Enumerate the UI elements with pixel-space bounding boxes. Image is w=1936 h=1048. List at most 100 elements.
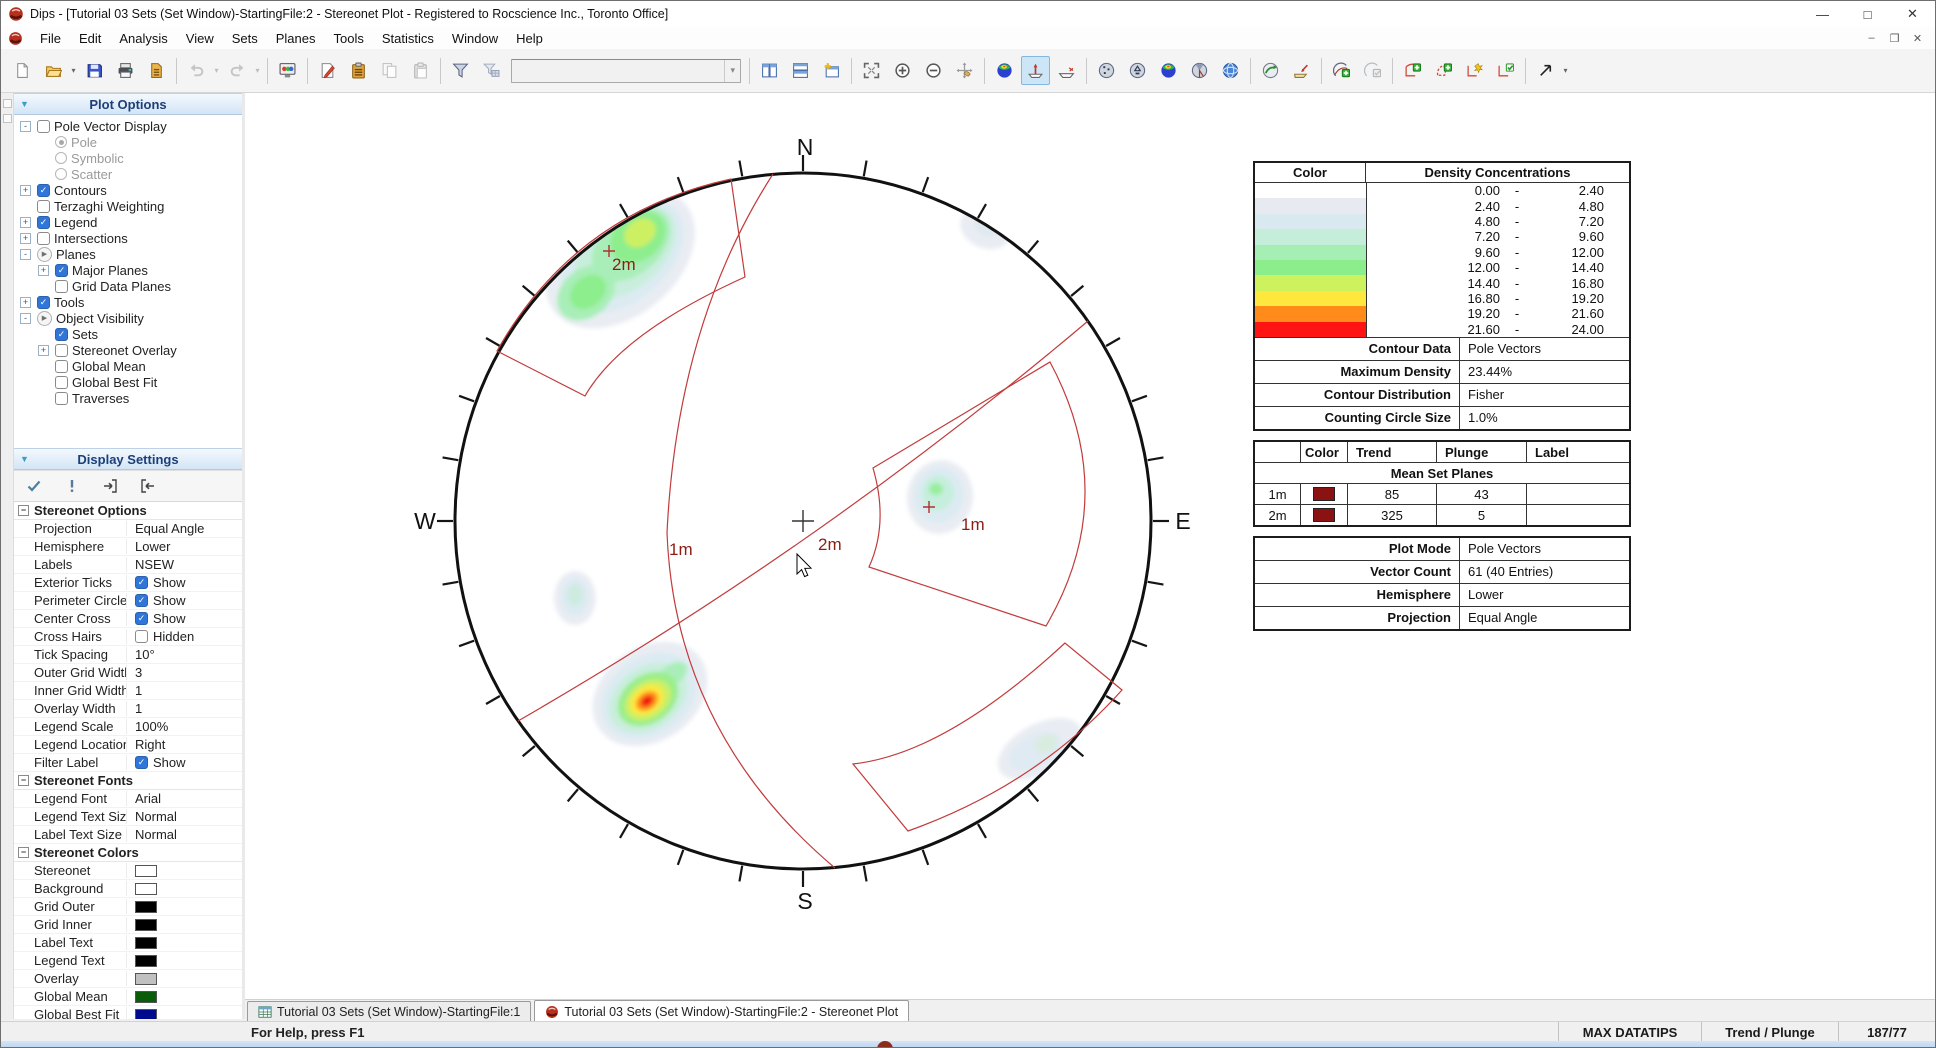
paste-button[interactable] [406,56,435,85]
tree-expand-box[interactable]: + [20,217,31,228]
color-swatch[interactable] [135,955,157,967]
settings-value[interactable]: Equal Angle [127,521,242,536]
tree-item-traverses[interactable]: Traverses [14,390,242,406]
settings-checkbox[interactable]: ✓ [135,576,148,589]
tree-checkbox[interactable] [37,120,50,133]
edit-sets-button[interactable] [1460,56,1489,85]
tree-expand-box[interactable]: + [20,185,31,196]
settings-value[interactable]: 3 [127,665,242,680]
settings-row-legend-font[interactable]: Legend FontArial [14,790,242,808]
settings-group-stereonet-options[interactable]: −Stereonet Options [14,502,242,520]
tree-expand-box[interactable]: - [20,313,31,324]
major-planes-plot-button[interactable] [1052,56,1081,85]
settings-row-inner-grid-width[interactable]: Inner Grid Width1 [14,682,242,700]
paste-append-data-button[interactable] [344,56,373,85]
settings-row-outer-grid-width[interactable]: Outer Grid Width3 [14,664,242,682]
settings-row-grid-inner[interactable]: Grid Inner [14,916,242,934]
document-tab[interactable]: Tutorial 03 Sets (Set Window)-StartingFi… [247,1001,531,1022]
settings-value[interactable] [127,937,242,949]
menu-statistics[interactable]: Statistics [373,29,443,48]
contour-plot-alt-button[interactable] [1154,56,1183,85]
menu-view[interactable]: View [177,29,223,48]
tile-horizontal-button[interactable] [786,56,815,85]
settings-row-background[interactable]: Background [14,880,242,898]
settings-row-exterior-ticks[interactable]: Exterior Ticks✓Show [14,574,242,592]
tree-checkbox[interactable]: ✓ [37,296,50,309]
tree-item-global-mean[interactable]: Global Mean [14,358,242,374]
chevron-down-icon[interactable]: ▾ [724,60,740,82]
tree-item-pole-vector-display[interactable]: -Pole Vector Display [14,118,242,134]
tree-radio[interactable] [55,136,67,148]
display-options-button[interactable] [273,56,302,85]
add-plane-button[interactable] [1327,56,1356,85]
settings-row-projection[interactable]: ProjectionEqual Angle [14,520,242,538]
collapse-triangle-icon[interactable]: ▼ [20,99,29,109]
tree-item-terzaghi-weighting[interactable]: Terzaghi Weighting [14,198,242,214]
tree-item-planes[interactable]: -▶Planes [14,246,242,262]
tree-expand-box[interactable]: + [38,345,49,356]
tree-item-contours[interactable]: +✓Contours [14,182,242,198]
pole-plot-button[interactable] [1092,56,1121,85]
settings-checkbox[interactable]: ✓ [135,612,148,625]
settings-value[interactable] [127,901,242,913]
settings-value[interactable]: 1 [127,683,242,698]
settings-group-stereonet-fonts[interactable]: −Stereonet Fonts [14,772,242,790]
settings-value[interactable]: 10° [127,647,242,662]
settings-value[interactable]: ✓Show [127,575,242,590]
save-file-button[interactable] [80,56,109,85]
tree-checkbox[interactable]: ✓ [55,328,68,341]
tree-expand-box[interactable]: - [20,249,31,260]
tree-checkbox[interactable] [55,392,68,405]
zoom-out-button[interactable] [919,56,948,85]
tree-radio[interactable] [55,152,67,164]
settings-value[interactable]: ✓Show [127,611,242,626]
settings-value[interactable] [127,1009,242,1020]
kinematic-analysis-button[interactable] [1287,56,1316,85]
redo-button[interactable] [223,56,252,85]
apply-check-button[interactable] [22,474,46,498]
settings-row-filter-label[interactable]: Filter Label✓Show [14,754,242,772]
settings-value[interactable] [127,991,242,1003]
color-swatch[interactable] [135,901,157,913]
select-tool-dropdown-icon[interactable]: ▾ [1561,57,1570,84]
settings-value[interactable]: 100% [127,719,242,734]
settings-row-center-cross[interactable]: Center Cross✓Show [14,610,242,628]
color-swatch[interactable] [135,1009,157,1020]
color-swatch[interactable] [135,937,157,949]
group-expand-box[interactable]: − [18,505,29,516]
settings-value[interactable]: Lower [127,539,242,554]
settings-row-global-mean[interactable]: Global Mean [14,988,242,1006]
settings-row-label-text-size[interactable]: Label Text SizeNormal [14,826,242,844]
export-settings-button[interactable] [98,474,122,498]
new-window-button[interactable] [817,56,846,85]
tree-checkbox[interactable] [55,344,68,357]
open-file-dropdown-icon[interactable]: ▾ [69,57,78,84]
settings-row-legend-location[interactable]: Legend LocationRight [14,736,242,754]
color-swatch[interactable] [135,973,157,985]
plot-options-header[interactable]: ▼ Plot Options [14,93,242,115]
settings-row-stereonet[interactable]: Stereonet [14,862,242,880]
settings-row-cross-hairs[interactable]: Cross HairsHidden [14,628,242,646]
collapse-triangle-icon[interactable]: ▼ [20,454,29,464]
settings-row-labels[interactable]: LabelsNSEW [14,556,242,574]
close-button[interactable]: ✕ [1890,1,1935,27]
settings-value[interactable] [127,955,242,967]
tree-checkbox[interactable] [55,360,68,373]
settings-row-legend-scale[interactable]: Legend Scale100% [14,718,242,736]
mdi-close-button[interactable]: ✕ [1906,29,1929,48]
import-settings-button[interactable] [136,474,160,498]
settings-checkbox[interactable] [135,630,148,643]
new-file-button[interactable] [8,56,37,85]
menu-window[interactable]: Window [443,29,507,48]
new-set-freehand-button[interactable] [1429,56,1458,85]
stereonet-3d-button[interactable] [1216,56,1245,85]
settings-row-grid-outer[interactable]: Grid Outer [14,898,242,916]
tree-checkbox[interactable]: ✓ [55,264,68,277]
tree-item-major-planes[interactable]: +✓Major Planes [14,262,242,278]
tree-expand-box[interactable]: + [20,233,31,244]
toolbar-combobox[interactable]: ▾ [511,59,741,83]
color-swatch[interactable] [135,991,157,1003]
settings-row-legend-text-size[interactable]: Legend Text SizeNormal [14,808,242,826]
settings-row-global-best-fit[interactable]: Global Best Fit [14,1006,242,1019]
zoom-extents-button[interactable] [857,56,886,85]
